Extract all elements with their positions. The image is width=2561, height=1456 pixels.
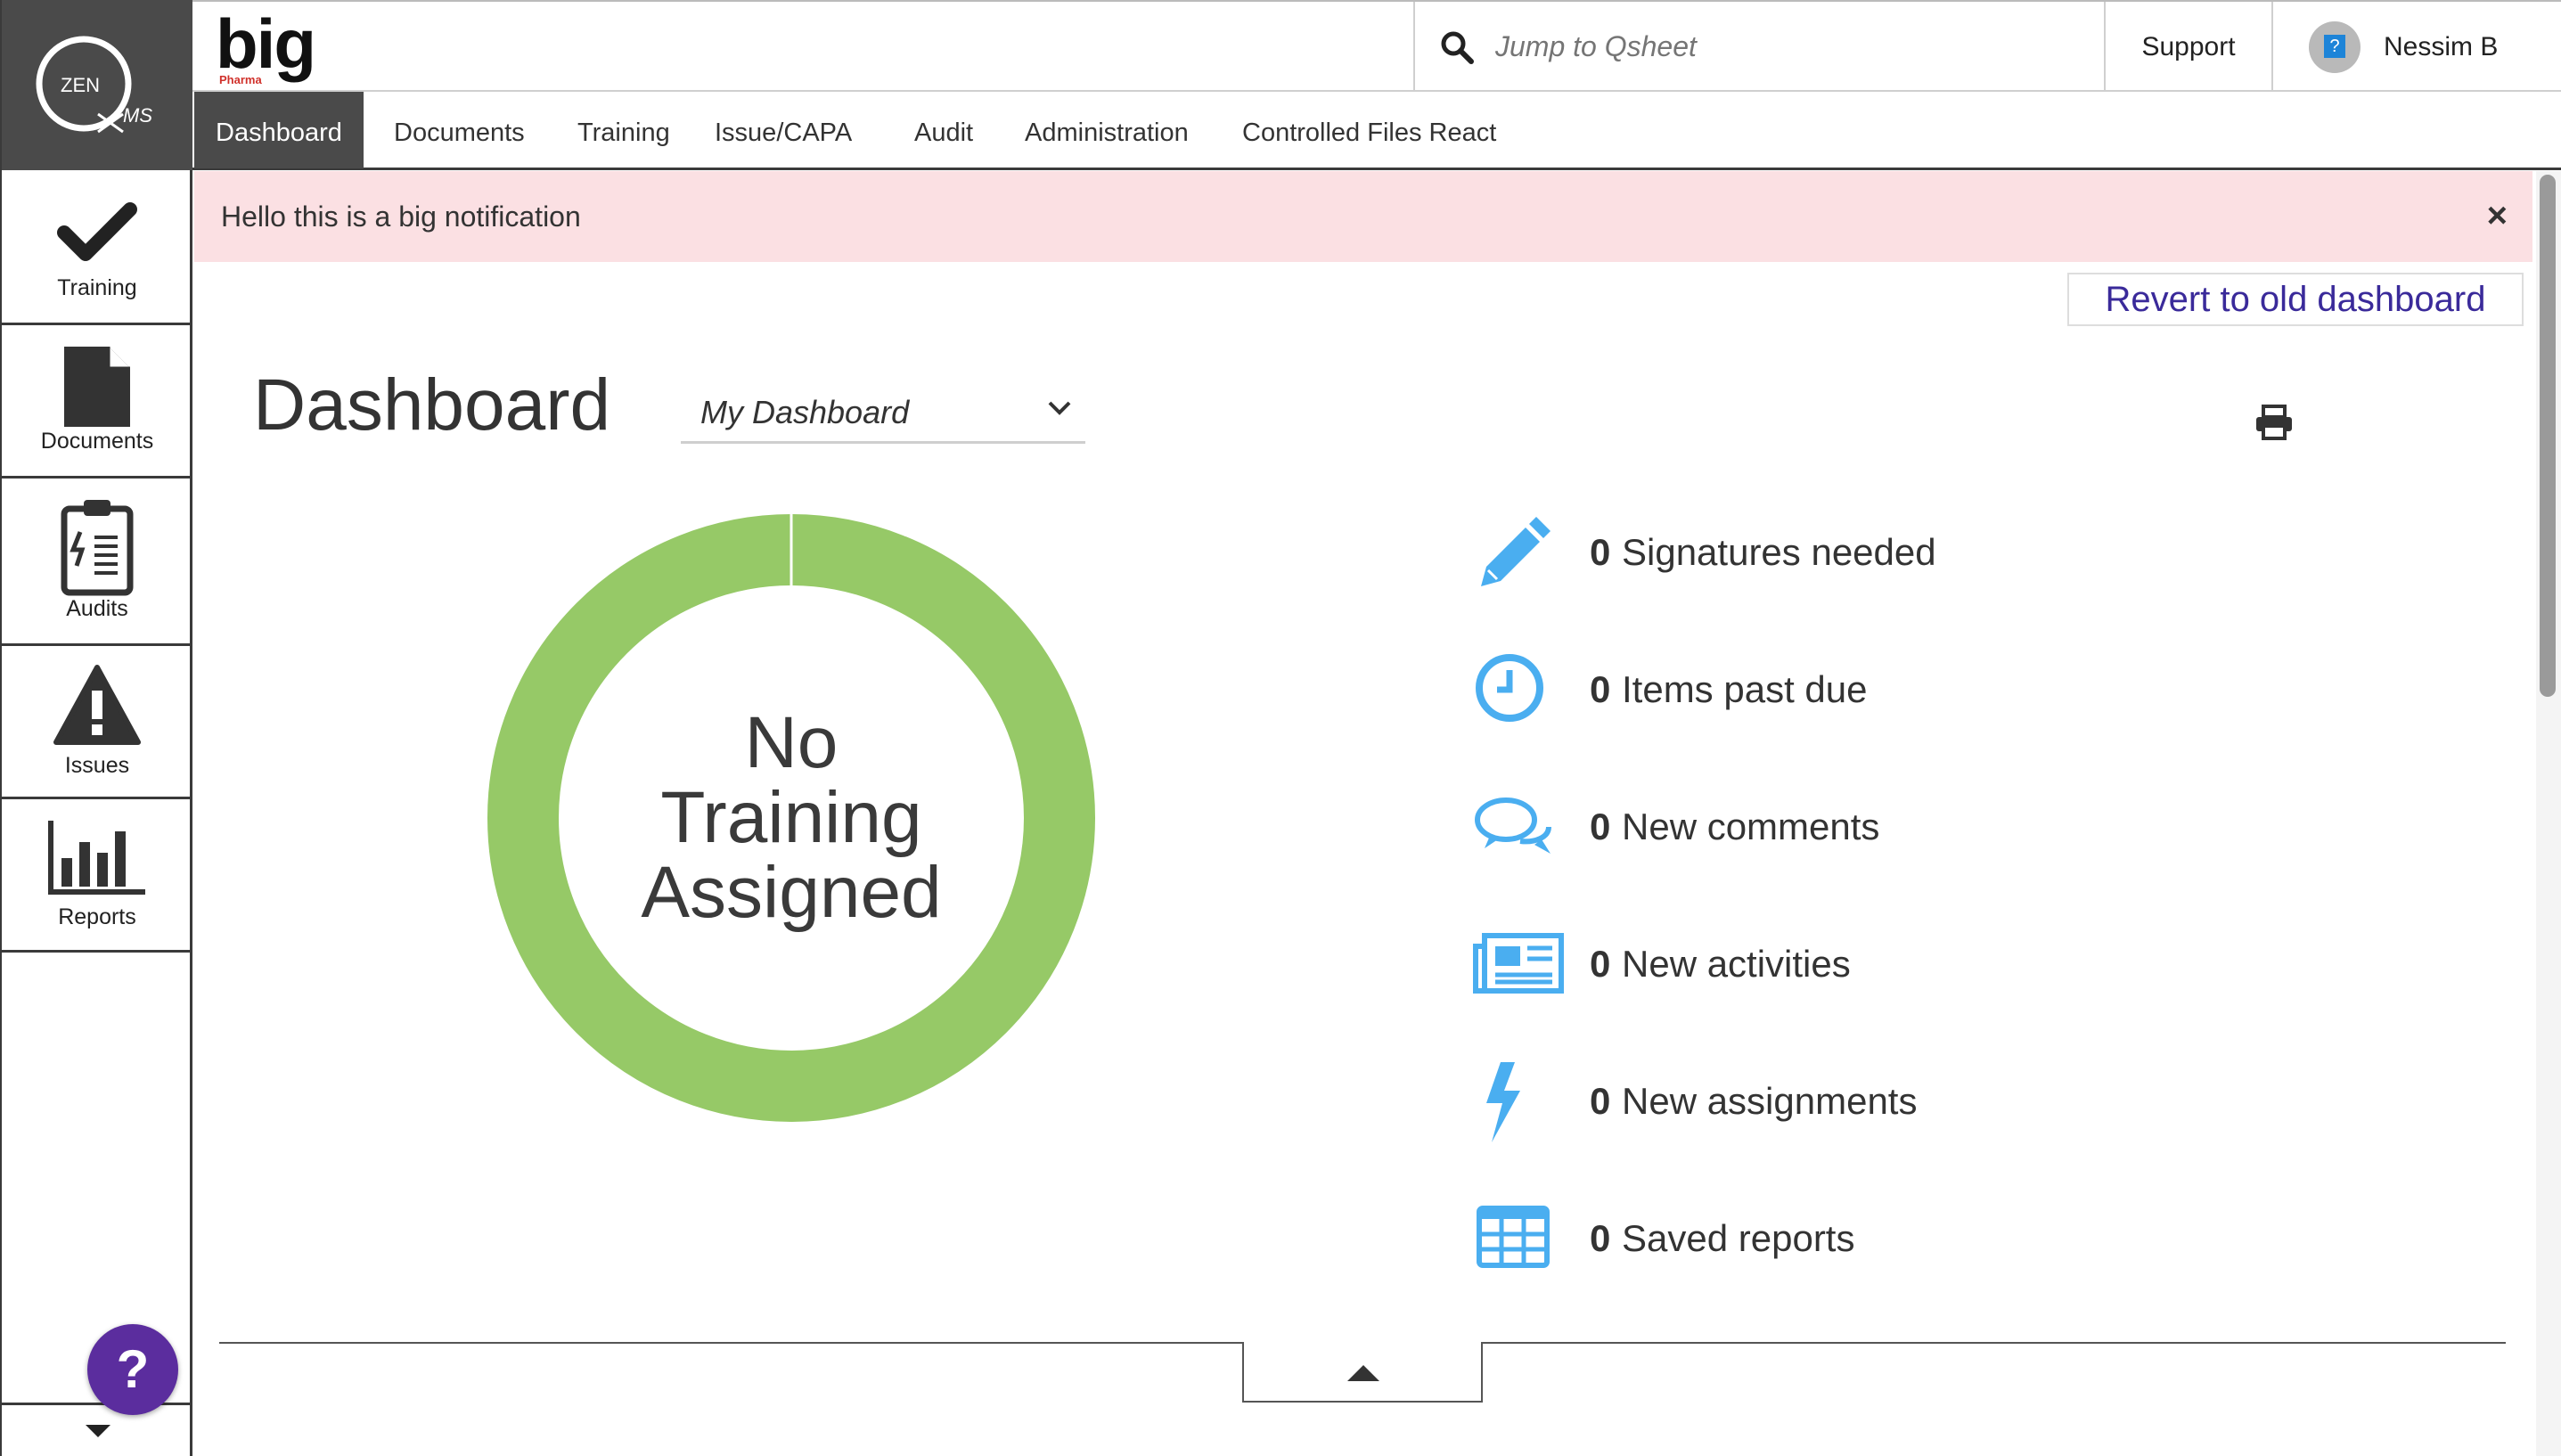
tab-controlled-files-react[interactable]: Controlled Files React	[1221, 92, 1518, 168]
stat-new-activities[interactable]: 0 New activities	[1470, 920, 2272, 1009]
stat-count: 0	[1590, 1080, 1611, 1122]
stat-signatures-needed[interactable]: 0 Signatures needed	[1470, 508, 2272, 597]
checkmark-icon	[57, 202, 137, 261]
donut-center-text: No Training Assigned	[487, 513, 1096, 1123]
stat-count: 0	[1590, 668, 1611, 710]
stat-saved-reports[interactable]: 0 Saved reports	[1470, 1194, 2272, 1283]
notification-text: Hello this is a big notification	[221, 200, 581, 233]
training-donut: No Training Assigned	[487, 513, 1096, 1123]
sidebar-item-label: Documents	[40, 429, 154, 454]
caret-down-icon	[86, 1425, 110, 1437]
tab-audit[interactable]: Audit	[893, 92, 994, 168]
svg-text:MS: MS	[123, 104, 152, 127]
stat-count: 0	[1590, 531, 1611, 573]
sidebar-item-issues[interactable]: Issues	[2, 646, 192, 799]
stat-label: Signatures needed	[1622, 531, 1936, 573]
newspaper-icon	[1473, 933, 1564, 994]
tab-issue-capa[interactable]: Issue/CAPA	[693, 92, 873, 168]
stat-items-past-due[interactable]: 0 Items past due	[1470, 645, 2272, 734]
search-icon	[1441, 31, 1474, 64]
zenqms-logo-icon: ZEN MS	[36, 36, 152, 134]
user-menu[interactable]: ? Nessim B	[2271, 2, 2561, 92]
stat-count: 0	[1590, 943, 1611, 985]
chevron-down-icon	[1048, 401, 1071, 415]
sidebar-item-documents[interactable]: Documents	[2, 325, 192, 479]
warning-icon	[53, 665, 141, 745]
close-icon[interactable]: ×	[2487, 198, 2508, 233]
sidebar-item-audits[interactable]: Audits	[2, 479, 192, 646]
scrollbar-thumb[interactable]	[2540, 175, 2556, 697]
search-input[interactable]	[1495, 21, 2083, 71]
sidebar-item-label: Training	[57, 275, 137, 300]
tab-documents[interactable]: Documents	[372, 92, 546, 168]
table-grid-icon	[1477, 1206, 1550, 1268]
sidebar-item-label: Reports	[58, 904, 136, 929]
print-icon[interactable]	[2254, 405, 2294, 440]
qsheet-search	[1413, 2, 2119, 92]
donut-line: Assigned	[641, 852, 942, 933]
stat-label: New activities	[1622, 943, 1851, 985]
pencil-icon	[1481, 517, 1551, 586]
stat-label: New comments	[1622, 806, 1880, 847]
svg-text:ZEN: ZEN	[61, 74, 100, 96]
help-button[interactable]: ?	[87, 1324, 178, 1415]
stat-new-assignments[interactable]: 0 New assignments	[1470, 1057, 2272, 1146]
brand-sub: Pharma	[219, 73, 262, 86]
caret-up-icon	[1347, 1365, 1379, 1381]
tab-administration[interactable]: Administration	[1003, 92, 1210, 168]
notification-banner: Hello this is a big notification ×	[194, 171, 2532, 262]
dashboard-select-value: My Dashboard	[700, 394, 910, 430]
sidebar-expand-toggle[interactable]	[2, 1403, 192, 1456]
dashboard-select[interactable]: My Dashboard	[681, 385, 1085, 444]
revert-dashboard-button[interactable]: Revert to old dashboard	[2067, 273, 2524, 326]
support-link[interactable]: Support	[2104, 2, 2271, 92]
stat-label: New assignments	[1622, 1080, 1918, 1122]
collapse-panel-button[interactable]	[1242, 1342, 1483, 1403]
lightning-icon	[1486, 1062, 1520, 1142]
donut-line: Training	[660, 777, 922, 858]
zenqms-logo[interactable]: ZEN MS	[2, 0, 192, 170]
brand-logo[interactable]: big	[216, 9, 316, 78]
page-title: Dashboard	[253, 364, 611, 446]
user-name: Nessim B	[2384, 32, 2499, 61]
top-bar: big Pharma Support ? Nessim B	[192, 0, 2561, 92]
avatar: ?	[2309, 21, 2361, 73]
bar-chart-icon	[48, 821, 145, 895]
tab-dashboard[interactable]: Dashboard	[194, 92, 364, 168]
donut-line: No	[744, 702, 839, 783]
comments-icon	[1475, 798, 1551, 854]
document-icon	[64, 347, 130, 427]
sidebar-item-label: Audits	[66, 596, 128, 621]
avatar-glyph: ?	[2324, 35, 2345, 58]
sidebar-item-reports[interactable]: Reports	[2, 799, 192, 953]
left-sidebar: ZEN MS Training Documents Audits Issues …	[0, 0, 192, 1456]
tab-training[interactable]: Training	[556, 92, 691, 168]
stat-count: 0	[1590, 806, 1611, 847]
clipboard-icon	[61, 500, 134, 596]
stat-count: 0	[1590, 1217, 1611, 1259]
sidebar-item-training[interactable]: Training	[2, 170, 192, 325]
main-nav: Dashboard Documents Training Issue/CAPA …	[192, 92, 2561, 170]
stat-label: Saved reports	[1622, 1217, 1855, 1259]
sidebar-item-label: Issues	[64, 753, 130, 778]
stat-label: Items past due	[1622, 668, 1868, 710]
stat-new-comments[interactable]: 0 New comments	[1470, 782, 2272, 871]
clock-icon	[1476, 654, 1543, 722]
